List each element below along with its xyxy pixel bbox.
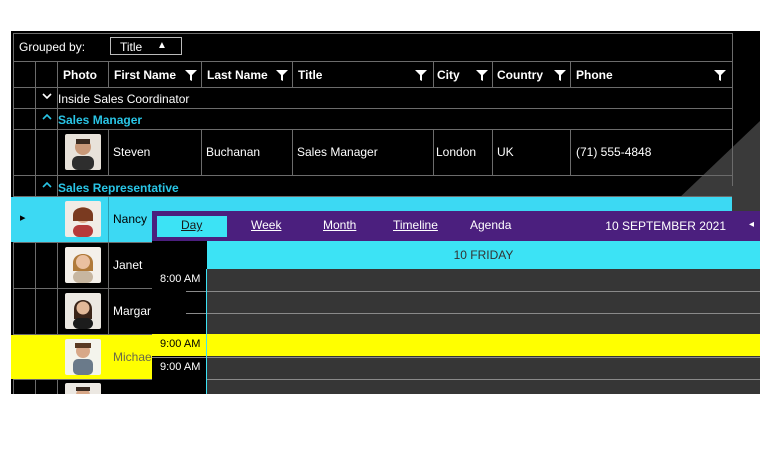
table-row[interactable]: Steven Buchanan Sales Manager London UK …: [58, 130, 732, 175]
filter-icon[interactable]: [275, 68, 289, 82]
column-header-country[interactable]: Country: [493, 64, 570, 86]
cell-sep: [492, 130, 493, 175]
day-header-label: 10 FRIDAY: [453, 248, 514, 262]
view-timeline-button[interactable]: Timeline: [393, 218, 438, 232]
cell-last-name: Buchanan: [206, 145, 261, 159]
time-label: 8:00 AM: [160, 273, 201, 285]
group-chip-title[interactable]: Title ▲: [110, 37, 182, 55]
cell-title: Sales Manager: [297, 145, 378, 159]
cell-country: UK: [497, 145, 514, 159]
group-chip-label: Title: [120, 40, 143, 54]
expand-chevron-icon[interactable]: [41, 111, 53, 126]
column-header-label: Last Name: [207, 68, 268, 82]
time-tick: [152, 357, 206, 358]
row-line: [13, 379, 153, 380]
avatar: [65, 201, 101, 237]
time-tick: [186, 291, 206, 292]
filter-icon[interactable]: [414, 68, 428, 82]
filter-icon[interactable]: [713, 68, 727, 82]
row-indicator-highlight: [11, 335, 36, 379]
column-header-photo[interactable]: Photo: [58, 64, 108, 86]
time-label: 9:00 AM: [160, 361, 201, 373]
column-header-label: Country: [497, 68, 543, 82]
group-row-inside-sales-coordinator[interactable]: Inside Sales Coordinator: [36, 88, 732, 108]
column-header-last-name[interactable]: Last Name: [202, 64, 292, 86]
filter-icon[interactable]: [553, 68, 567, 82]
column-header-label: Title: [298, 68, 323, 82]
view-month-button[interactable]: Month: [323, 218, 356, 232]
cell-sep: [108, 243, 109, 288]
cell-first-name: Janet: [113, 258, 143, 272]
table-row-highlighted[interactable]: Michae: [36, 335, 166, 379]
header-top-line: [13, 61, 732, 62]
slot-line: [207, 379, 760, 380]
avatar: [65, 383, 101, 394]
day-header-corner: [152, 241, 207, 269]
column-header-label: City: [437, 68, 460, 82]
group-row-sales-manager[interactable]: Sales Manager: [36, 109, 732, 129]
cell-first-name: Margar: [113, 304, 152, 318]
group-row-sales-representative[interactable]: Sales Representative: [36, 177, 732, 197]
current-row-icon: ▸: [20, 212, 26, 224]
cell-phone: (71) 555-4848: [576, 145, 652, 159]
scheduler-toolbar: Day Week Month Timeline Agenda 10 SEPTEM…: [152, 211, 760, 241]
filter-icon[interactable]: [475, 68, 489, 82]
avatar: [65, 293, 101, 329]
column-header-label: Phone: [576, 68, 613, 82]
time-tick: [186, 313, 206, 314]
cell-sep: [433, 130, 434, 175]
avatar: [65, 339, 101, 375]
time-label-highlight: 9:00 AM: [160, 338, 201, 350]
day-header[interactable]: 10 FRIDAY: [207, 241, 760, 269]
time-ruler: 8:00 AM 9:00 AM: [152, 269, 206, 394]
grouping-label: Grouped by:: [19, 40, 86, 54]
collapse-chevron-icon[interactable]: [41, 90, 53, 105]
slot-line: [207, 313, 760, 314]
slot-line: [207, 291, 760, 292]
slot-line: [207, 357, 760, 358]
row-line: [13, 175, 732, 176]
avatar: [65, 134, 101, 170]
column-header-title[interactable]: Title: [293, 64, 433, 86]
app-window: Grouped by: Title ▲ Photo First Name Las…: [11, 31, 760, 394]
grid-border-top: [13, 33, 732, 34]
group-label: Inside Sales Coordinator: [58, 92, 190, 106]
group-label: Sales Representative: [58, 181, 179, 195]
view-agenda-button[interactable]: Agenda: [470, 218, 511, 232]
scheduler-panel: Day Week Month Timeline Agenda 10 SEPTEM…: [152, 211, 760, 394]
sort-ascending-icon: ▲: [157, 40, 167, 51]
cell-sep: [108, 289, 109, 334]
cell-city: London: [436, 145, 477, 159]
current-time-line: [206, 269, 207, 394]
cell-sep: [292, 130, 293, 175]
collapse-arrow-icon[interactable]: ◂: [749, 219, 754, 230]
column-header-phone[interactable]: Phone: [571, 64, 732, 86]
grouping-panel: Grouped by: Title ▲: [11, 31, 733, 61]
grid-border-right: [732, 33, 733, 186]
column-header-label: First Name: [114, 68, 177, 82]
view-week-button[interactable]: Week: [251, 218, 281, 232]
cell-sep: [201, 130, 202, 175]
cell-sep: [108, 130, 109, 175]
highlighted-time-slot[interactable]: [152, 334, 760, 356]
cell-first-name: Steven: [113, 145, 151, 159]
avatar: [65, 247, 101, 283]
cell-sep: [108, 197, 109, 242]
cell-first-name: Nancy: [113, 212, 148, 226]
expand-chevron-icon[interactable]: [41, 179, 53, 194]
row-indicator[interactable]: ▸: [11, 197, 36, 242]
column-header-first-name[interactable]: First Name: [109, 64, 201, 86]
group-label: Sales Manager: [58, 113, 143, 127]
cell-first-name: Michae: [113, 350, 152, 364]
column-header-label: Photo: [63, 68, 97, 82]
cell-sep: [570, 130, 571, 175]
view-day-button[interactable]: Day: [181, 218, 202, 232]
filter-icon[interactable]: [184, 68, 198, 82]
current-date: 10 SEPTEMBER 2021: [605, 219, 726, 233]
column-header-city[interactable]: City: [434, 64, 492, 86]
time-slots[interactable]: [207, 269, 760, 394]
